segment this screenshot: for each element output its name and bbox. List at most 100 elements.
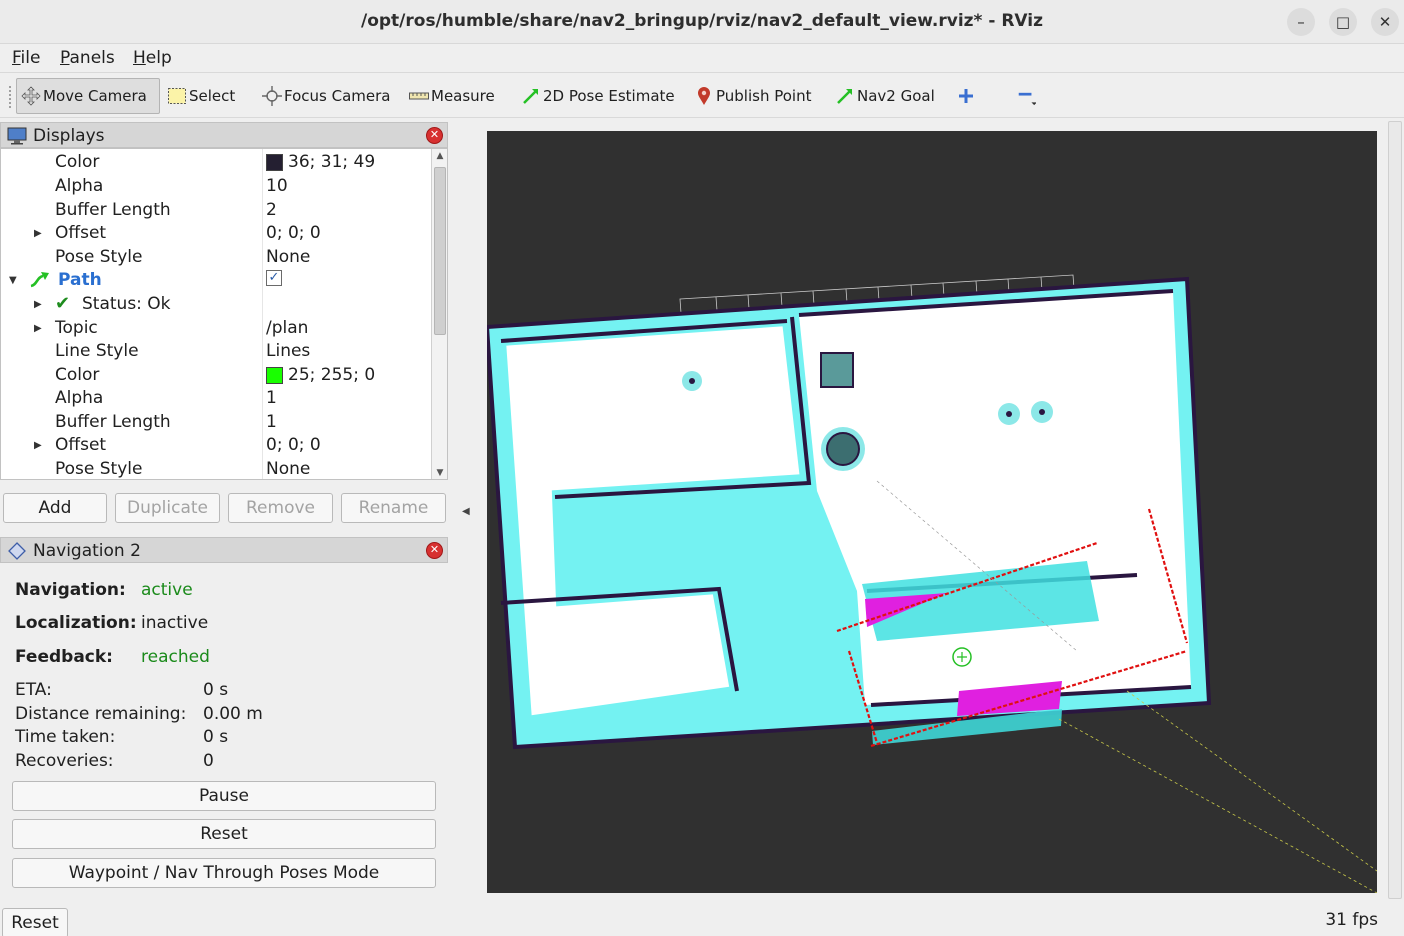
property-row[interactable]: ▶ Topic /plan [1, 317, 431, 341]
minimize-button[interactable]: – [1287, 8, 1315, 36]
menu-file-accel: F [12, 48, 21, 68]
move-camera-label: Move Camera [43, 87, 147, 105]
add-tool-button[interactable] [952, 78, 982, 114]
pause-button[interactable]: Pause [12, 781, 436, 811]
measure-label: Measure [431, 87, 495, 105]
property-row[interactable]: Alpha 10 [1, 175, 431, 199]
measure-tool[interactable]: Measure [405, 78, 499, 114]
right-dock-handle[interactable] [1388, 121, 1402, 899]
focus-camera-tool[interactable]: Focus Camera [258, 78, 394, 114]
property-row[interactable]: ▶ Offset 0; 0; 0 [1, 222, 431, 246]
property-row[interactable]: Pose Style None [1, 246, 431, 270]
scroll-down-icon[interactable]: ▼ [432, 468, 447, 478]
duplicate-display-button[interactable]: Duplicate [115, 493, 220, 523]
property-value[interactable]: 0; 0; 0 [266, 435, 321, 455]
property-key: Status: Ok [82, 294, 171, 314]
property-value[interactable]: Lines [266, 341, 310, 361]
color-swatch [266, 366, 283, 384]
property-row[interactable]: Pose Style None [1, 458, 431, 479]
expand-arrow-icon[interactable]: ▶ [34, 440, 42, 451]
nav2-goal-tool[interactable]: Nav2 Goal [831, 78, 939, 114]
rename-display-button[interactable]: Rename [341, 493, 446, 523]
property-key: Offset [55, 223, 107, 243]
occupancy-map [487, 279, 1209, 747]
property-row[interactable]: Line Style Lines [1, 340, 431, 364]
property-key: Alpha [55, 388, 104, 408]
recoveries-label: Recoveries: [15, 751, 114, 771]
expand-arrow-icon[interactable]: ▶ [34, 228, 42, 239]
path-enabled-checkbox[interactable]: ✓ [266, 270, 282, 286]
publish-point-tool[interactable]: Publish Point [690, 78, 815, 114]
map-pin-icon [694, 86, 714, 106]
property-value[interactable]: 1 [266, 412, 277, 432]
displays-scrollbar[interactable]: ▲ ▼ [431, 149, 447, 479]
collapse-left-icon[interactable]: ◀ [462, 506, 470, 517]
expand-arrow-icon[interactable]: ▶ [34, 323, 42, 334]
property-value[interactable]: /plan [266, 318, 308, 338]
select-tool[interactable]: Select [163, 78, 239, 114]
pose-estimate-label: 2D Pose Estimate [543, 87, 675, 105]
navigation-close-icon[interactable]: ✕ [426, 542, 443, 559]
property-value-text: 36; 31; 49 [288, 152, 376, 172]
close-button[interactable]: ✕ [1371, 8, 1399, 36]
title-bar: /opt/ros/humble/share/nav2_bringup/rviz/… [0, 0, 1404, 44]
maximize-button[interactable]: □ [1329, 8, 1357, 36]
recoveries-value: 0 [203, 751, 214, 771]
collapse-arrow-icon[interactable]: ▼ [9, 275, 17, 286]
property-row[interactable]: ▶ Offset 0; 0; 0 [1, 434, 431, 458]
property-row[interactable]: Color 25; 255; 0 [1, 364, 431, 388]
displays-close-icon[interactable]: ✕ [426, 127, 443, 144]
property-value[interactable]: 36; 31; 49 [266, 152, 375, 172]
property-value[interactable]: None [266, 247, 310, 267]
scrollbar-thumb[interactable] [434, 167, 446, 335]
nav-reset-button[interactable]: Reset [12, 819, 436, 849]
navigation-diamond-icon [7, 542, 27, 564]
expand-arrow-icon[interactable]: ▶ [34, 299, 42, 310]
property-value[interactable]: 0; 0; 0 [266, 223, 321, 243]
focus-camera-label: Focus Camera [284, 87, 391, 105]
menu-panels[interactable]: Panels [60, 48, 115, 68]
property-key: Line Style [55, 341, 139, 361]
nav2-goal-arrow-icon [835, 86, 855, 106]
minus-icon [1016, 86, 1036, 106]
eta-label: ETA: [15, 680, 52, 700]
displays-panel-header: Displays ✕ [0, 122, 448, 148]
remove-display-button[interactable]: Remove [228, 493, 333, 523]
render-viewport[interactable] [487, 131, 1377, 893]
reset-view-button[interactable]: Reset [2, 908, 68, 936]
pose-estimate-tool[interactable]: 2D Pose Estimate [517, 78, 679, 114]
move-camera-tool[interactable]: Move Camera [16, 78, 160, 114]
property-value[interactable]: 10 [266, 176, 288, 196]
waypoint-mode-button[interactable]: Waypoint / Nav Through Poses Mode [12, 858, 436, 888]
checkbox-icon[interactable]: ✓ [266, 270, 282, 286]
property-value[interactable]: 1 [266, 388, 277, 408]
property-row[interactable]: Buffer Length 1 [1, 411, 431, 435]
property-row[interactable]: Alpha 1 [1, 387, 431, 411]
add-display-button[interactable]: Add [3, 493, 107, 523]
menu-help-label: elp [145, 48, 172, 68]
distance-label: Distance remaining: [15, 704, 187, 724]
menu-help[interactable]: Help [133, 48, 172, 68]
scroll-up-icon[interactable]: ▲ [432, 151, 447, 161]
toolbar-grip[interactable] [8, 85, 12, 109]
localization-label: Localization: [15, 613, 137, 633]
property-row[interactable]: ▶ ✔ Status: Ok [1, 293, 431, 317]
checkmark-icon: ✔ [55, 293, 71, 314]
property-key: Pose Style [55, 459, 143, 479]
menu-file[interactable]: File [12, 48, 40, 68]
navigation-panel-title: Navigation 2 [33, 541, 141, 561]
property-value[interactable]: 2 [266, 200, 277, 220]
property-row[interactable]: Buffer Length 2 [1, 199, 431, 223]
property-key: Color [55, 365, 100, 385]
fps-counter: 31 fps [1325, 910, 1378, 930]
property-value-text: 25; 255; 0 [288, 365, 376, 385]
path-display-label: Path [58, 270, 102, 290]
time-taken-label: Time taken: [15, 727, 116, 747]
publish-point-label: Publish Point [716, 87, 812, 105]
time-taken-value: 0 s [203, 727, 229, 747]
display-item-path[interactable]: ▼ Path ✓ [1, 269, 431, 293]
property-row[interactable]: Color 36; 31; 49 [1, 151, 431, 175]
property-value[interactable]: 25; 255; 0 [266, 365, 375, 385]
property-value[interactable]: None [266, 459, 310, 479]
remove-tool-button[interactable] [1012, 78, 1042, 114]
